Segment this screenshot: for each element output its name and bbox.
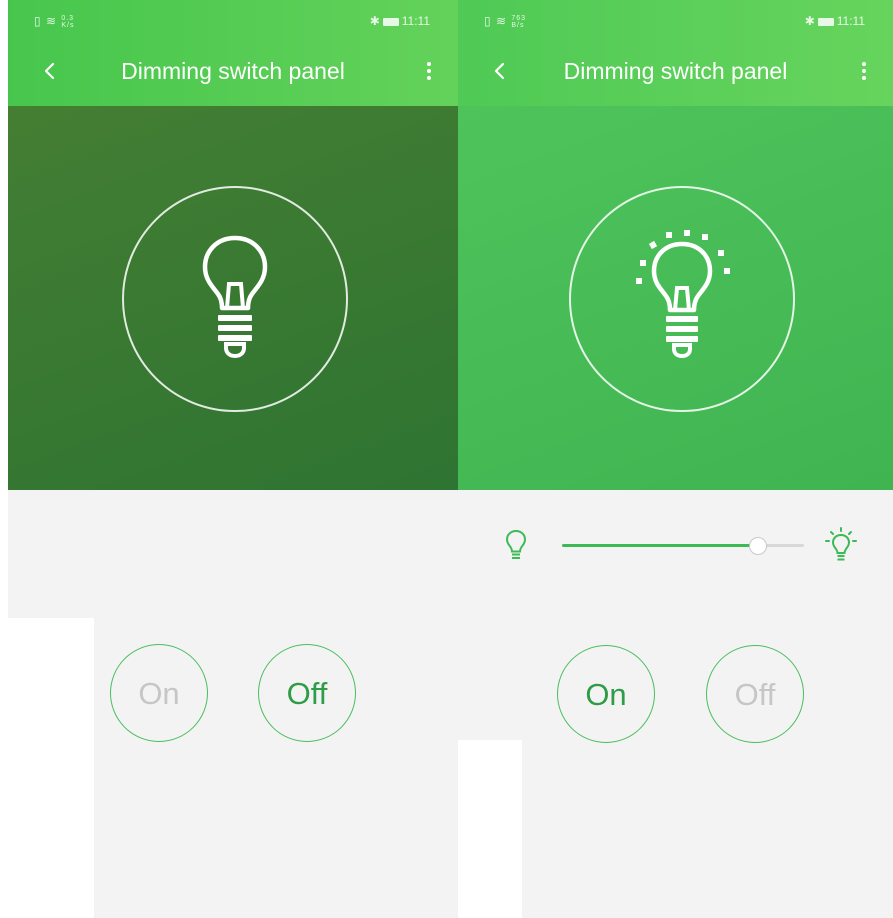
network-speed: 0.3 K/s xyxy=(61,14,75,29)
bright-bulb-icon xyxy=(825,527,857,561)
light-toggle-circle[interactable] xyxy=(569,186,795,412)
status-left: ▯ ≋ 0.3 K/s xyxy=(34,14,74,29)
off-button[interactable]: Off xyxy=(706,645,804,743)
brightness-slider-thumb[interactable] xyxy=(749,537,768,555)
status-bar: ▯ ≋ 0.3 K/s ✱ 11:11 xyxy=(8,0,458,40)
more-vertical-icon[interactable] xyxy=(857,56,871,86)
brightness-slider-fill xyxy=(562,544,759,547)
sim-wifi-icon: ▯ ≋ xyxy=(484,14,507,28)
blank-area xyxy=(458,740,522,918)
screen-light-on: ▯ ≋ 763B/s ✱ 11:11 Dimming switch panel xyxy=(458,0,893,918)
battery-icon xyxy=(817,17,834,26)
brightness-slider[interactable] xyxy=(562,537,804,555)
app-bar: Dimming switch panel xyxy=(458,40,893,106)
app-bar: Dimming switch panel xyxy=(8,40,458,106)
on-button[interactable]: On xyxy=(110,644,208,742)
on-button[interactable]: On xyxy=(557,645,655,743)
dim-bulb-icon xyxy=(505,529,527,559)
bluetooth-icon: ✱ xyxy=(369,14,380,28)
off-button[interactable]: Off xyxy=(258,644,356,742)
brightness-slider-row xyxy=(458,510,893,580)
more-vertical-icon[interactable] xyxy=(422,56,436,86)
network-speed: 763 B/s xyxy=(511,14,527,29)
status-right: ✱ 11:11 xyxy=(805,14,865,28)
status-bar: ▯ ≋ 763 B/s ✱ 11:11 xyxy=(458,0,893,40)
sim-wifi-icon: ▯ ≋ xyxy=(34,14,57,28)
lightbulb-icon xyxy=(202,235,268,359)
battery-icon xyxy=(382,17,399,26)
bluetooth-icon: ✱ xyxy=(804,14,815,28)
status-time: 11:11 xyxy=(836,14,865,28)
lightbulb-glowing-icon xyxy=(636,230,730,359)
status-right: ✱ 11:11 xyxy=(370,14,430,28)
status-left: ▯ ≋ 763 B/s xyxy=(484,14,526,29)
screen-light-off: ▯ ≋ 0.3K/s ✱ 11:11 Dimming switch panel xyxy=(8,0,458,918)
light-toggle-circle[interactable] xyxy=(122,186,348,412)
blank-area xyxy=(8,618,94,918)
page-title: Dimming switch panel xyxy=(121,58,345,84)
status-time: 11:11 xyxy=(401,14,430,28)
page-title: Dimming switch panel xyxy=(563,58,788,84)
